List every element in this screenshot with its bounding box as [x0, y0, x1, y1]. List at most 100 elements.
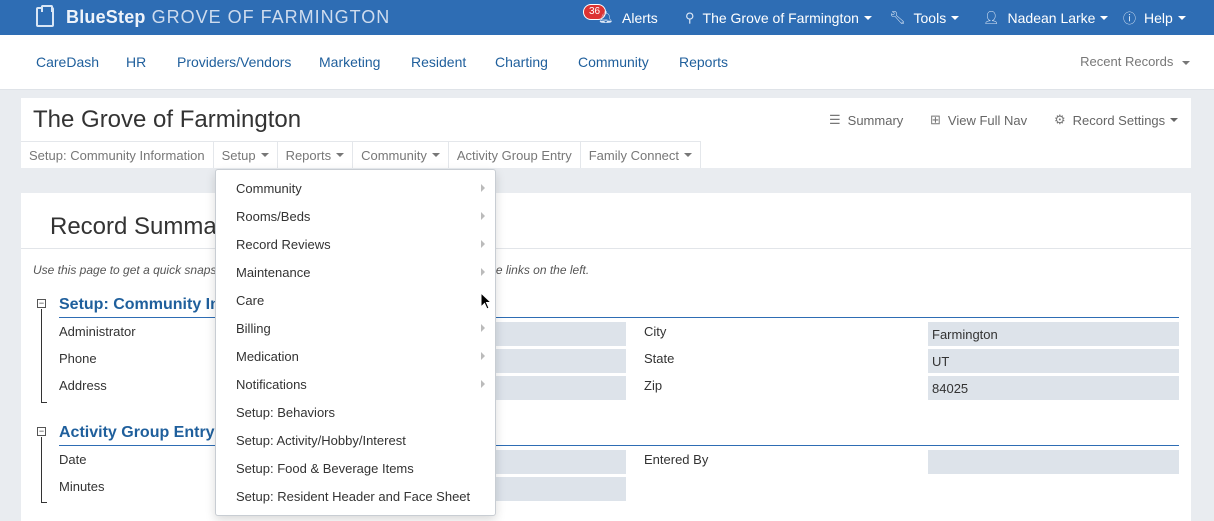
nav-item-caredash[interactable]: CareDash [36, 54, 99, 70]
field-value-date [491, 450, 626, 474]
collapse-toggle[interactable]: − [37, 299, 46, 308]
help-menu[interactable]: ⓘ Help [1123, 0, 1186, 35]
field-label-zip: Zip [644, 378, 663, 393]
field-label-entered-by: Entered By [644, 452, 709, 467]
menu-item-medication[interactable]: Medication [216, 342, 495, 370]
wrench-icon: 🔧︎ [889, 9, 906, 25]
record-header: The Grove of Farmington ☰ Summary ⊞ View… [21, 98, 1191, 168]
record-subnav: Setup: Community Information Setup Repor… [21, 141, 702, 168]
nav-item-resident[interactable]: Resident [411, 54, 466, 70]
record-settings-menu[interactable]: ⚙ Record Settings [1054, 112, 1179, 128]
field-value-zip: 84025 [928, 376, 1179, 400]
subnav-label: Community [361, 147, 427, 163]
recent-records-label: Recent Records [1080, 54, 1174, 69]
menu-item-care[interactable]: Care [216, 286, 495, 314]
expand-icon: ⊞ [930, 112, 941, 127]
menu-item-setup-resident-header-face-sheet[interactable]: Setup: Resident Header and Face Sheet [216, 482, 495, 510]
location-menu[interactable]: ⚲ The Grove of Farmington [685, 0, 872, 35]
menu-item-label: Record Reviews [236, 236, 331, 252]
gear-icon: ⚙ [1054, 112, 1066, 127]
user-icon: 👤︎ [983, 9, 1000, 25]
summary-button[interactable]: ☰ Summary [829, 112, 903, 128]
menu-item-maintenance[interactable]: Maintenance [216, 258, 495, 286]
brand[interactable]: BlueStep GROVE OF FARMINGTON [36, 5, 390, 28]
section-bracket [41, 309, 47, 403]
field-label-phone: Phone [59, 351, 97, 366]
subnav-setup-community-information[interactable]: Setup: Community Information [21, 142, 214, 168]
nav-item-charting[interactable]: Charting [495, 54, 548, 70]
alerts-button[interactable]: Alerts [622, 0, 658, 35]
mouse-cursor-icon [480, 292, 492, 310]
field-label-city: City [644, 324, 667, 339]
menu-item-label: Setup: Behaviors [236, 404, 336, 420]
chevron-right-icon [481, 268, 485, 276]
field-value-administrator [491, 322, 626, 346]
menu-item-label: Medication [236, 348, 299, 364]
field-value-city: Farmington [928, 322, 1179, 346]
chevron-down-icon [951, 15, 960, 20]
tools-label: Tools [913, 9, 947, 26]
subnav-reports[interactable]: Reports [278, 142, 354, 168]
field-label-administrator: Administrator [59, 324, 136, 339]
menu-item-community[interactable]: Community [216, 174, 495, 202]
record-settings-label: Record Settings [1072, 112, 1166, 128]
menu-item-label: Setup: Resident Header and Face Sheet [236, 488, 471, 504]
subnav-setup[interactable]: Setup [214, 142, 278, 168]
menu-item-rooms-beds[interactable]: Rooms/Beds [216, 202, 495, 230]
menu-item-setup-behaviors[interactable]: Setup: Behaviors [216, 398, 495, 426]
field-label-address: Address [59, 378, 107, 393]
subnav-label: Setup [221, 147, 256, 163]
chevron-down-icon [1100, 15, 1109, 20]
menu-item-label: Setup: Food & Beverage Items [236, 460, 414, 476]
user-menu[interactable]: 👤︎ Nadean Larke [983, 0, 1109, 35]
subnav-label: Activity Group Entry [456, 147, 572, 163]
menu-item-label: Setup: Activity/Hobby/Interest [236, 432, 406, 448]
menu-item-setup-activity-hobby-interest[interactable]: Setup: Activity/Hobby/Interest [216, 426, 495, 454]
nav-item-providers-vendors[interactable]: Providers/Vendors [177, 54, 291, 70]
field-value-address [491, 376, 626, 400]
chevron-right-icon [481, 212, 485, 220]
subnav-label: Setup: Community Information [29, 147, 205, 163]
tools-menu[interactable]: 🔧︎ Tools [889, 0, 960, 35]
subnav-activity-group-entry[interactable]: Activity Group Entry [449, 142, 581, 168]
nav-item-community[interactable]: Community [578, 54, 649, 70]
nav-item-marketing[interactable]: Marketing [319, 54, 380, 70]
field-value-phone [491, 349, 626, 373]
view-full-nav-label: View Full Nav [947, 112, 1028, 128]
recent-records-menu[interactable]: Recent Records [1080, 54, 1190, 69]
chevron-down-icon [684, 153, 693, 157]
chevron-right-icon [481, 324, 485, 332]
chevron-down-icon [1182, 60, 1190, 65]
field-label-state: State [644, 351, 675, 366]
chevron-right-icon [481, 184, 485, 192]
map-pin-icon: ⚲ [685, 9, 695, 25]
chevron-down-icon [336, 153, 345, 157]
menu-item-notifications[interactable]: Notifications [216, 370, 495, 398]
bell-icon: 🔔︎ [598, 10, 614, 24]
menu-item-label: Notifications [236, 376, 307, 392]
field-value-minutes [491, 477, 626, 501]
field-label-minutes: Minutes [59, 479, 105, 494]
menu-item-record-reviews[interactable]: Record Reviews [216, 230, 495, 258]
user-label: Nadean Larke [1007, 9, 1096, 26]
record-title: The Grove of Farmington [33, 106, 302, 133]
record-summary-title: Record Summary [50, 213, 237, 240]
menu-item-setup-food-beverage-items[interactable]: Setup: Food & Beverage Items [216, 454, 495, 482]
subnav-community[interactable]: Community [353, 142, 449, 168]
menu-item-label: Maintenance [236, 264, 311, 280]
menu-item-billing[interactable]: Billing [216, 314, 495, 342]
nav-item-hr[interactable]: HR [126, 54, 146, 70]
brand-name: BlueStep [66, 6, 146, 27]
menu-item-label: Care [236, 292, 265, 308]
menu-item-label: Rooms/Beds [236, 208, 311, 224]
nav-item-reports[interactable]: Reports [679, 54, 728, 70]
collapse-toggle[interactable]: − [37, 427, 46, 436]
field-value-state: UT [928, 349, 1179, 373]
chevron-right-icon [481, 352, 485, 360]
subnav-family-connect[interactable]: Family Connect [581, 142, 702, 168]
help-label: Help [1144, 9, 1173, 26]
setup-dropdown-menu: Community Rooms/Beds Record Reviews Main… [215, 169, 496, 516]
record-summary-panel: Record Summary Use this page to get a qu… [21, 193, 1191, 521]
view-full-nav-button[interactable]: ⊞ View Full Nav [930, 112, 1027, 128]
chevron-down-icon [260, 153, 269, 157]
